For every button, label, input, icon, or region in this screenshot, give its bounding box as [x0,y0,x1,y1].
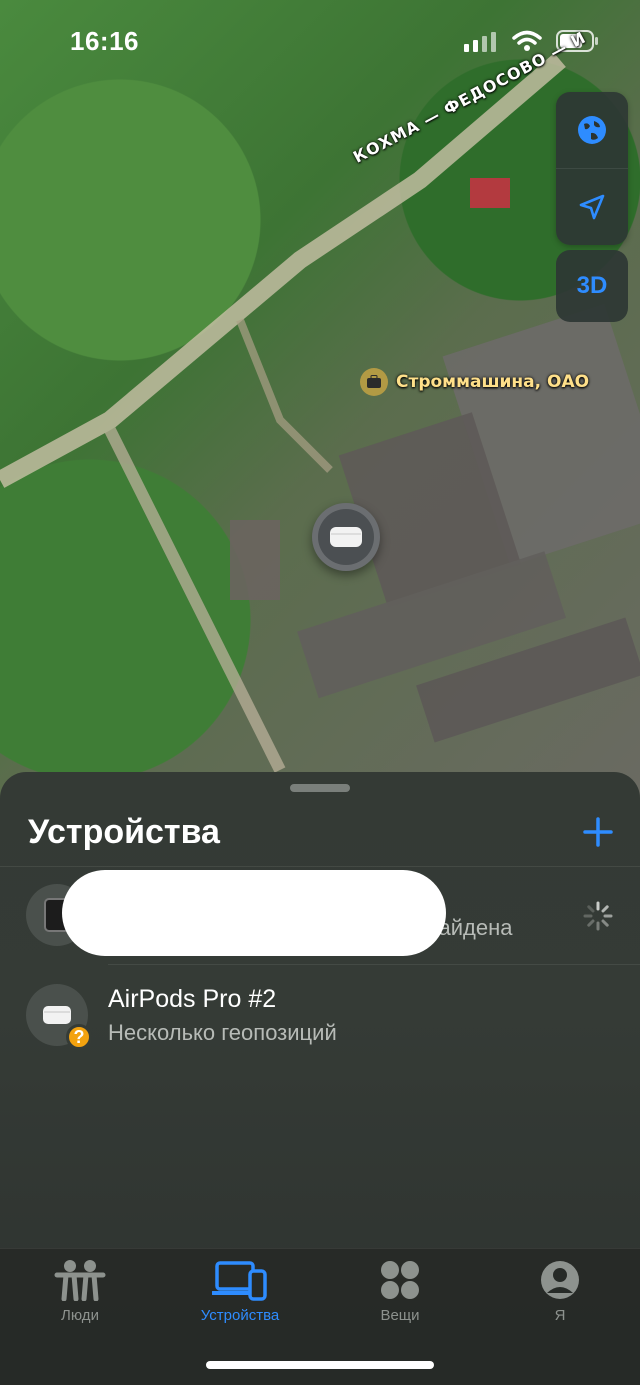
tab-me[interactable]: Я [480,1259,640,1324]
items-icon [381,1261,419,1299]
home-indicator[interactable] [206,1361,434,1369]
airpods-map-marker[interactable] [312,503,380,571]
briefcase-icon [360,368,388,396]
device-avatar: ? [26,984,92,1050]
redaction-mark [62,870,446,956]
3d-toggle-button[interactable]: 3D [556,250,628,322]
tab-people[interactable]: Люди [0,1259,160,1324]
sheet-title: Устройства [28,812,220,851]
status-bar: 16:16 [0,0,640,82]
tab-items[interactable]: Вещи [320,1259,480,1324]
location-arrow-icon [579,194,605,220]
device-row-airpods[interactable]: ? AirPods Pro #2 Несколько геопозиций [26,970,620,1060]
tab-label: Вещи [380,1307,420,1324]
devices-icon [212,1261,267,1301]
device-name: AirPods Pro #2 [108,984,277,1013]
sheet-header: Устройства [28,802,620,862]
sheet-handle[interactable] [290,784,350,792]
status-time: 16:16 [70,25,139,56]
tab-label: Устройства [200,1307,280,1324]
plus-icon [583,817,613,847]
globe-icon [578,116,606,144]
map-view[interactable]: 16:16 3D КОХМА — ФЕДОСОВО — И Строммашин… [0,0,640,800]
airpods-case-icon [330,527,362,547]
map-controls [556,92,628,245]
tab-devices[interactable]: Устройства [160,1259,320,1324]
map-style-button[interactable] [556,92,628,169]
device-status: Несколько геопозиций [108,1019,337,1045]
wifi-icon [512,30,542,51]
poi-label: Строммашина, ОАО [396,372,590,392]
divider [0,866,640,867]
current-location-button[interactable] [556,169,628,245]
me-icon [541,1261,579,1299]
tab-label: Люди [61,1307,99,1324]
airpods-case-icon [43,1006,71,1024]
tab-label: Я [554,1307,566,1324]
device-row-text: AirPods Pro #2 Несколько геопозиций [108,985,337,1046]
cellular-signal-icon [464,32,496,52]
question-badge: ? [66,1024,92,1050]
poi-marker[interactable]: Строммашина, ОАО [360,368,589,396]
people-icon [54,1260,106,1301]
divider [108,964,640,965]
map-roads [0,53,640,773]
add-device-button[interactable] [576,810,620,854]
loading-spinner-icon [583,901,613,931]
